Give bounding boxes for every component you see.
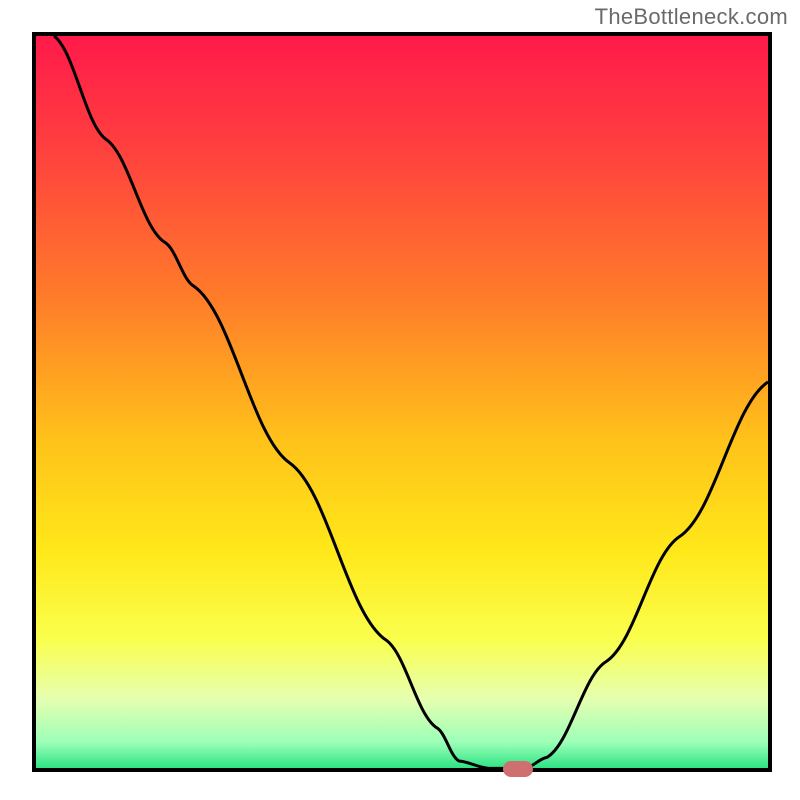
optimal-marker bbox=[503, 761, 533, 777]
watermark-text: TheBottleneck.com bbox=[595, 4, 788, 30]
bottleneck-curve bbox=[32, 36, 768, 772]
y-axis bbox=[32, 32, 36, 772]
x-axis bbox=[32, 768, 772, 772]
plot-area bbox=[32, 32, 772, 772]
chart-container: TheBottleneck.com bbox=[0, 0, 800, 800]
